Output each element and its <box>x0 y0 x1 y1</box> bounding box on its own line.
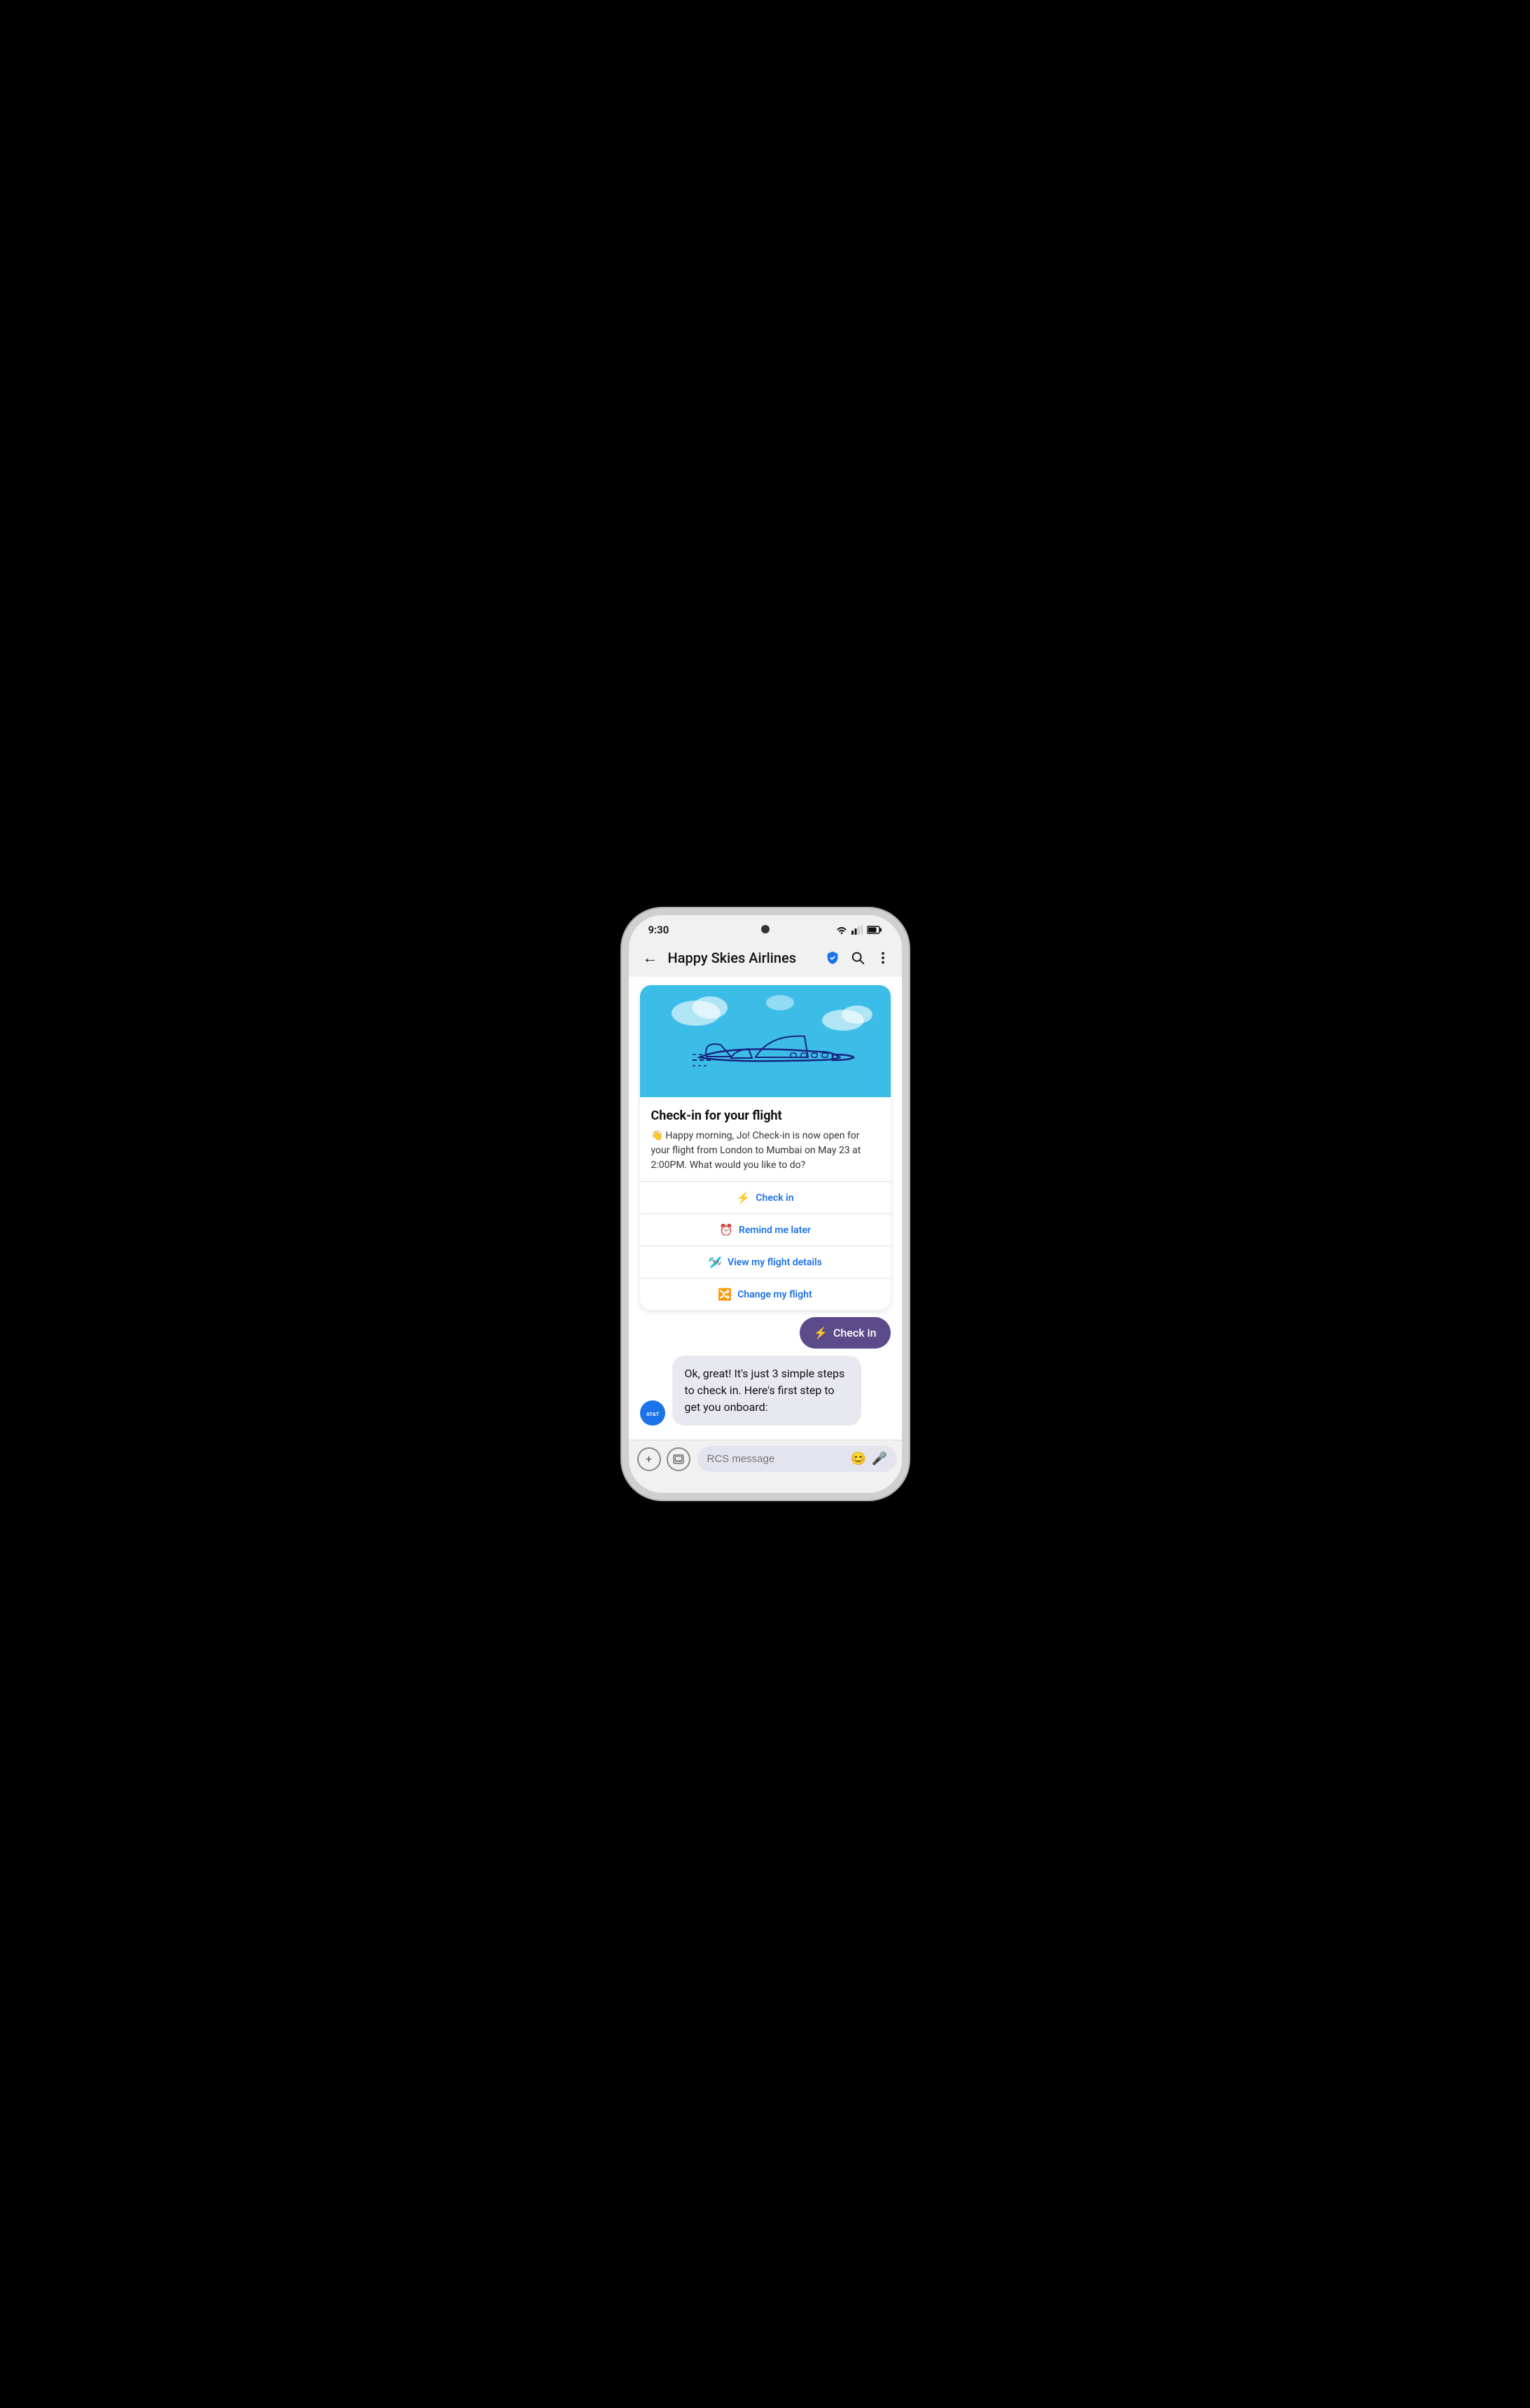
user-message-emoji: ⚡ <box>814 1326 828 1339</box>
chat-area: Check-in for your flight 👋 Happy morning… <box>629 977 902 1440</box>
change-flight-emoji: 🔀 <box>718 1288 732 1301</box>
media-button[interactable] <box>667 1447 690 1471</box>
status-icons <box>836 925 882 935</box>
camera-dot <box>761 925 770 933</box>
card-actions: ⚡ Check in ⏰ Remind me later 🛩️ View my … <box>640 1181 891 1310</box>
view-flight-emoji: 🛩️ <box>708 1255 722 1269</box>
input-right-icons: 😊 🎤 <box>851 1452 888 1466</box>
mic-button[interactable]: 🎤 <box>872 1452 887 1466</box>
add-icon: + <box>646 1452 652 1466</box>
card-image <box>640 985 891 1097</box>
input-left-icons: + <box>637 1447 690 1471</box>
att-logo: AT&T <box>642 1403 663 1424</box>
status-bar: 9:30 <box>629 915 902 940</box>
app-title: Happy Skies Airlines <box>668 949 818 966</box>
bot-message-text: Ok, great! It's just 3 simple steps to c… <box>685 1367 845 1414</box>
svg-text:AT&T: AT&T <box>646 1412 659 1417</box>
user-message-bubble: ⚡ Check in <box>800 1317 890 1349</box>
battery-icon <box>867 926 882 934</box>
sky-illustration <box>640 985 891 1097</box>
top-bar: ← Happy Skies Airlines <box>629 940 902 977</box>
card-text: 👋 Happy morning, Jo! Check-in is now ope… <box>651 1129 879 1173</box>
wifi-icon <box>836 926 847 935</box>
signal-icon <box>851 925 863 935</box>
remind-label: Remind me later <box>739 1225 811 1236</box>
add-button[interactable]: + <box>637 1447 661 1471</box>
change-flight-label: Change my flight <box>737 1289 812 1300</box>
card-body: Check-in for your flight 👋 Happy morning… <box>640 1097 891 1173</box>
check-in-emoji: ⚡ <box>736 1191 750 1204</box>
input-field-wrap: 😊 🎤 <box>697 1446 898 1472</box>
bot-avatar: AT&T <box>640 1400 665 1426</box>
check-in-action[interactable]: ⚡ Check in <box>640 1182 891 1214</box>
more-icon[interactable] <box>875 950 891 966</box>
user-message-text: Check in <box>833 1326 877 1339</box>
view-flight-label: View my flight details <box>728 1257 822 1268</box>
message-input[interactable] <box>707 1453 847 1465</box>
card-title: Check-in for your flight <box>651 1108 879 1123</box>
back-button[interactable]: ← <box>640 946 661 970</box>
bot-message-wrap: AT&T Ok, great! It's just 3 simple steps… <box>640 1356 891 1426</box>
media-icon <box>673 1454 684 1465</box>
top-icons <box>825 950 891 966</box>
status-time: 9:30 <box>648 924 669 936</box>
emoji-button[interactable]: 😊 <box>851 1452 866 1466</box>
shield-icon[interactable] <box>825 950 840 966</box>
rich-card: Check-in for your flight 👋 Happy morning… <box>640 985 891 1310</box>
change-flight-action[interactable]: 🔀 Change my flight <box>640 1279 891 1310</box>
phone-frame: 9:30 ← <box>629 915 902 1493</box>
bot-message-bubble: Ok, great! It's just 3 simple steps to c… <box>672 1356 861 1426</box>
input-bar: + 😊 🎤 <box>629 1440 902 1479</box>
remind-emoji: ⏰ <box>719 1223 733 1237</box>
remind-later-action[interactable]: ⏰ Remind me later <box>640 1214 891 1246</box>
search-icon[interactable] <box>850 950 865 966</box>
view-flight-action[interactable]: 🛩️ View my flight details <box>640 1246 891 1279</box>
check-in-label: Check in <box>756 1192 793 1204</box>
user-message-wrap: ⚡ Check in <box>640 1317 891 1349</box>
